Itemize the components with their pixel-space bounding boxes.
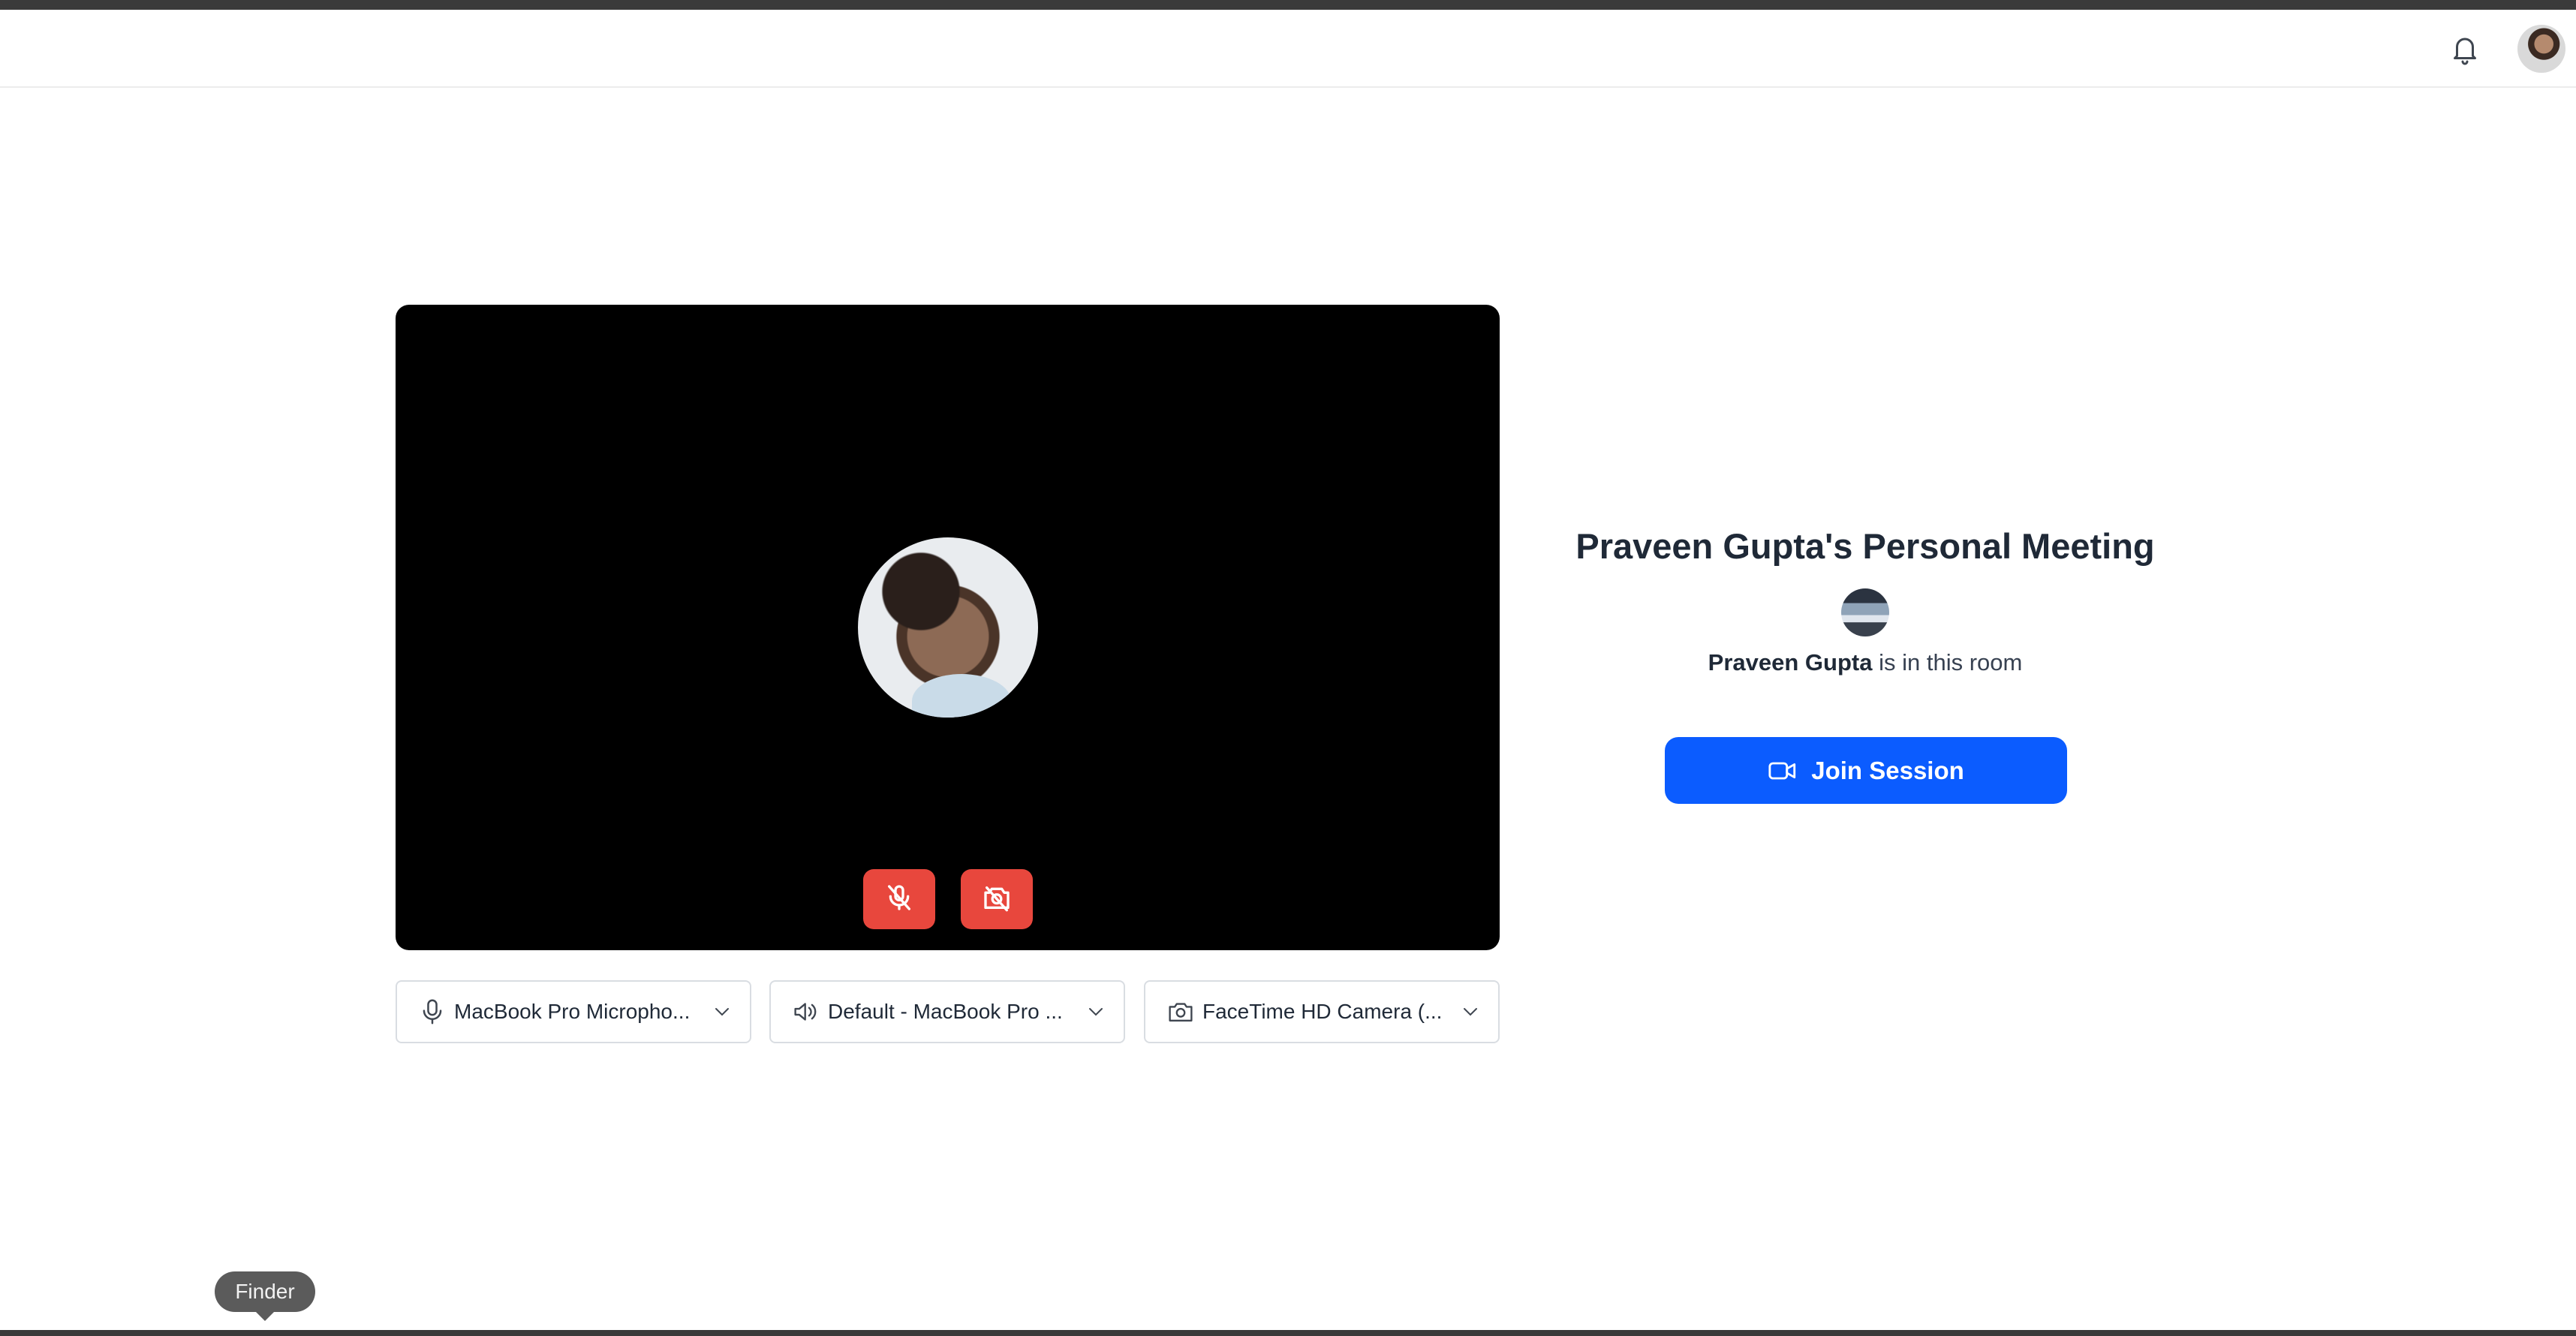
user-avatar[interactable] (2517, 25, 2565, 73)
speaker-select-label: Default - MacBook Pro ... (828, 1000, 1063, 1023)
speaker-icon (793, 997, 819, 1027)
join-session-button[interactable]: Join Session (1665, 737, 2067, 804)
host-avatar (1841, 588, 1889, 636)
camera-select-label: FaceTime HD Camera (... (1202, 1000, 1443, 1023)
video-toggle-button[interactable] (961, 869, 1033, 929)
chevron-down-icon (1085, 1000, 1107, 1023)
window-top-edge (0, 0, 2576, 10)
chevron-down-icon (1459, 1000, 1482, 1023)
camera-icon (1168, 997, 1193, 1027)
top-bar (0, 10, 2576, 88)
participant-avatar (858, 537, 1038, 718)
chevron-down-icon (711, 1000, 733, 1023)
camera-off-icon (982, 883, 1012, 916)
mute-toggle-button[interactable] (863, 869, 935, 929)
host-name: Praveen Gupta (1708, 649, 1873, 676)
microphone-select[interactable]: MacBook Pro Micropho... (396, 980, 751, 1043)
video-preview (396, 305, 1500, 950)
meeting-title: Praveen Gupta's Personal Meeting (1575, 526, 2155, 566)
join-session-label: Join Session (1811, 756, 1964, 784)
camera-select[interactable]: FaceTime HD Camera (... (1144, 980, 1500, 1043)
presence-suffix: is in this room (1872, 649, 2023, 676)
window-bottom-edge (0, 1330, 2576, 1336)
video-icon (1768, 760, 1798, 782)
microphone-icon (420, 997, 445, 1027)
dock-tooltip: Finder (215, 1271, 315, 1321)
presence-text: Praveen Gupta is in this room (1546, 642, 2184, 683)
microphone-select-label: MacBook Pro Micropho... (454, 1000, 691, 1023)
speaker-select[interactable]: Default - MacBook Pro ... (769, 980, 1125, 1043)
mic-off-icon (884, 883, 914, 916)
bell-icon[interactable] (2448, 31, 2481, 70)
meeting-info: Praveen Gupta's Personal Meeting Praveen… (1546, 518, 2184, 683)
